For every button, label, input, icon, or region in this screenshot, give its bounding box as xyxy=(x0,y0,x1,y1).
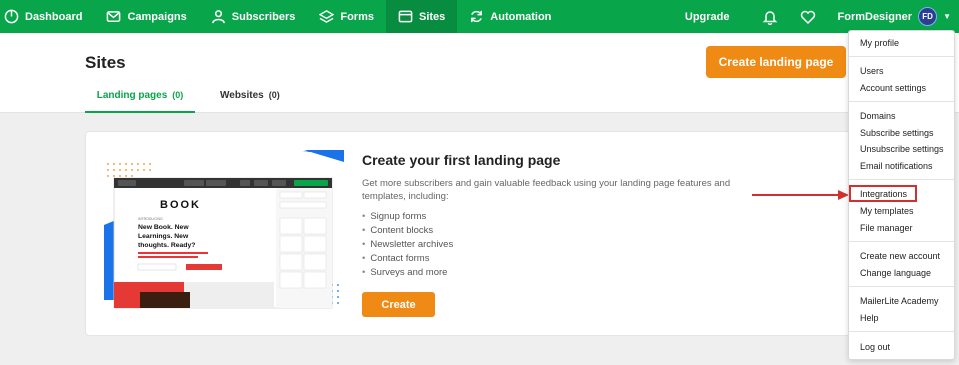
menu-item-help[interactable]: Help xyxy=(860,313,879,323)
tab-label: Landing pages xyxy=(96,90,168,101)
annotation-arrow-icon xyxy=(752,190,849,200)
menu-item-users[interactable]: Users xyxy=(860,66,884,76)
illustration-logo: BOOK xyxy=(160,199,201,211)
menu-item-unsubscribe-settings[interactable]: Unsubscribe settings xyxy=(860,144,944,154)
page-header: Sites Create landing page Landing pages (… xyxy=(0,33,959,113)
page-title: Sites xyxy=(85,53,126,72)
account-menu-toggle[interactable]: FormDesigner FD ▼ xyxy=(837,7,951,26)
menu-item-change-language[interactable]: Change language xyxy=(860,268,931,278)
refresh-icon xyxy=(471,10,483,23)
nav-item-dashboard[interactable]: Dashboard xyxy=(0,0,94,33)
nav-label: Automation xyxy=(490,10,552,23)
nav-label: Dashboard xyxy=(25,10,83,23)
menu-item-account-settings[interactable]: Account settings xyxy=(860,83,926,93)
integrations-highlight-box xyxy=(849,185,917,202)
avatar: FD xyxy=(918,7,938,26)
nav-item-automation[interactable]: Automation xyxy=(457,0,563,33)
landing-page-illustration: BOOK INTRODUCING New Book. New Learnings… xyxy=(104,150,344,309)
upgrade-link[interactable]: Upgrade xyxy=(685,11,730,23)
menu-divider xyxy=(849,179,954,180)
envelope-icon xyxy=(107,11,121,22)
list-item: Signup forms xyxy=(362,210,453,224)
menu-divider xyxy=(849,56,954,57)
menu-divider xyxy=(849,286,954,287)
menu-divider xyxy=(849,241,954,242)
nav-label: Forms xyxy=(340,10,374,23)
top-navigation: Dashboard Campaigns Subscribers Forms Si… xyxy=(0,0,959,33)
user-icon xyxy=(211,10,225,24)
illustration-kicker: INTRODUCING xyxy=(138,217,163,221)
empty-state-card: BOOK INTRODUCING New Book. New Learnings… xyxy=(85,131,865,336)
menu-item-my-profile[interactable]: My profile xyxy=(860,38,899,48)
svg-text:New Book. New Learnings.: New Book. New Learnings. New thoughts. R… xyxy=(138,224,195,249)
dashboard-icon xyxy=(4,9,19,24)
nav-item-campaigns[interactable]: Campaigns xyxy=(94,0,198,33)
menu-item-create-new-account[interactable]: Create new account xyxy=(860,251,940,261)
nav-label: Sites xyxy=(418,10,446,23)
tab-count: (0) xyxy=(268,90,280,100)
account-name: FormDesigner xyxy=(837,10,913,23)
menu-divider xyxy=(849,101,954,102)
empty-state-title: Create your first landing page xyxy=(362,152,561,168)
heart-icon[interactable] xyxy=(800,9,816,25)
tab-label: Websites xyxy=(220,90,264,101)
list-item: Content blocks xyxy=(362,224,453,238)
tab-count: (0) xyxy=(172,90,184,100)
browser-icon xyxy=(398,10,413,23)
feature-list: Signup forms Content blocks Newsletter a… xyxy=(362,210,453,280)
nav-item-sites[interactable]: Sites xyxy=(385,0,458,33)
menu-item-email-notifications[interactable]: Email notifications xyxy=(860,161,933,171)
menu-item-log-out[interactable]: Log out xyxy=(860,342,890,352)
empty-state-description: Get more subscribers and gain valuable f… xyxy=(362,178,731,202)
menu-divider xyxy=(849,331,954,332)
tab-websites[interactable]: Websites (0) xyxy=(220,90,280,101)
layers-icon xyxy=(319,10,335,23)
menu-item-domains[interactable]: Domains xyxy=(860,111,896,121)
nav-item-forms[interactable]: Forms xyxy=(307,0,386,33)
menu-item-mailerlite-academy[interactable]: MailerLite Academy xyxy=(860,296,939,306)
nav-label: Campaigns xyxy=(127,10,187,23)
nav-label: Subscribers xyxy=(231,10,296,23)
menu-item-file-manager[interactable]: File manager xyxy=(860,223,913,233)
bell-icon[interactable] xyxy=(762,9,778,25)
list-item: Surveys and more xyxy=(362,266,453,280)
menu-item-my-templates[interactable]: My templates xyxy=(860,206,914,216)
nav-item-subscribers[interactable]: Subscribers xyxy=(199,0,308,33)
list-item: Newsletter archives xyxy=(362,238,453,252)
chevron-down-icon: ▼ xyxy=(943,12,951,21)
list-item: Contact forms xyxy=(362,252,453,266)
create-landing-page-button[interactable]: Create landing page xyxy=(706,46,846,78)
tab-landing-pages[interactable]: Landing pages (0) xyxy=(85,90,195,113)
menu-item-subscribe-settings[interactable]: Subscribe settings xyxy=(860,128,934,138)
nav-right-group: Upgrade FormDesigner FD ▼ xyxy=(685,0,959,33)
create-button[interactable]: Create xyxy=(362,292,435,317)
